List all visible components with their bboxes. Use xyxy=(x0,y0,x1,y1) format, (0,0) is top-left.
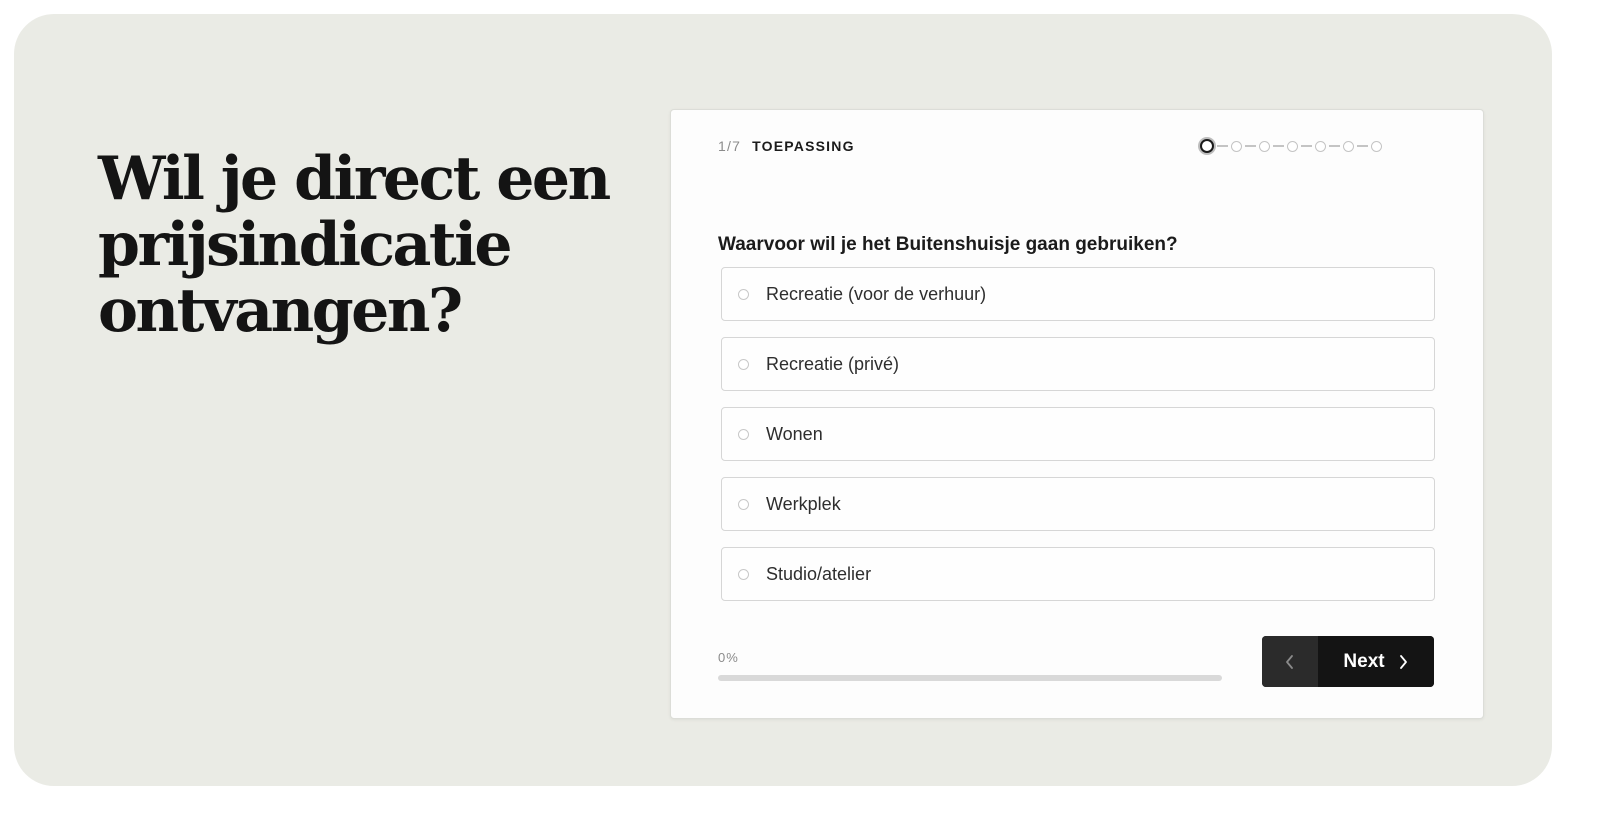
step-dot xyxy=(1315,140,1326,152)
step-connector xyxy=(1273,145,1284,147)
step-connector xyxy=(1357,145,1368,147)
progress-bar xyxy=(718,675,1222,681)
next-button[interactable]: Next xyxy=(1318,636,1434,687)
radio-icon[interactable] xyxy=(738,498,749,510)
option-label: Studio/atelier xyxy=(766,563,872,584)
step-title: TOEPASSING xyxy=(752,138,855,154)
step-dot xyxy=(1259,140,1270,152)
page-panel: Wil je direct een prijsindicatie ontvang… xyxy=(14,14,1552,786)
step-connector xyxy=(1217,145,1228,147)
step-connector xyxy=(1301,145,1312,147)
option-label: Werkplek xyxy=(766,493,841,514)
previous-button[interactable] xyxy=(1262,636,1318,687)
step-indicator: 1/7 TOEPASSING xyxy=(718,138,855,154)
question-text: Waarvoor wil je het Buitenshuisje gaan g… xyxy=(718,234,1178,255)
quote-form-card: 1/7 TOEPASSING Waarvoor wil je het Buite… xyxy=(670,109,1484,719)
step-dot xyxy=(1343,140,1354,152)
step-dot xyxy=(1231,140,1242,152)
option-label: Recreatie (voor de verhuur) xyxy=(766,283,987,304)
option-wonen[interactable]: Wonen xyxy=(721,407,1435,461)
step-connector xyxy=(1329,145,1340,147)
radio-icon[interactable] xyxy=(738,358,749,370)
option-recreatie-prive[interactable]: Recreatie (privé) xyxy=(721,337,1435,391)
step-progress-dots xyxy=(1200,138,1382,154)
next-button-label: Next xyxy=(1343,650,1385,672)
radio-icon[interactable] xyxy=(738,288,749,300)
option-studio-atelier[interactable]: Studio/atelier xyxy=(721,547,1435,601)
step-dot xyxy=(1287,140,1298,152)
progress-percentage: 0% xyxy=(718,650,739,665)
headline: Wil je direct een prijsindicatie ontvang… xyxy=(98,144,611,346)
step-dot xyxy=(1371,140,1382,152)
radio-icon[interactable] xyxy=(738,568,749,580)
chevron-right-icon xyxy=(1399,654,1407,669)
option-list: Recreatie (voor de verhuur) Recreatie (p… xyxy=(721,267,1435,617)
navigation-buttons: Next xyxy=(1262,636,1434,687)
option-label: Recreatie (privé) xyxy=(766,353,900,374)
radio-icon[interactable] xyxy=(738,428,749,440)
chevron-left-icon xyxy=(1286,654,1293,669)
step-connector xyxy=(1245,145,1256,147)
option-label: Wonen xyxy=(766,423,823,444)
step-count: 1/7 xyxy=(718,138,742,154)
option-recreatie-verhuur[interactable]: Recreatie (voor de verhuur) xyxy=(721,267,1435,321)
step-dot-active xyxy=(1200,139,1214,153)
option-werkplek[interactable]: Werkplek xyxy=(721,477,1435,531)
